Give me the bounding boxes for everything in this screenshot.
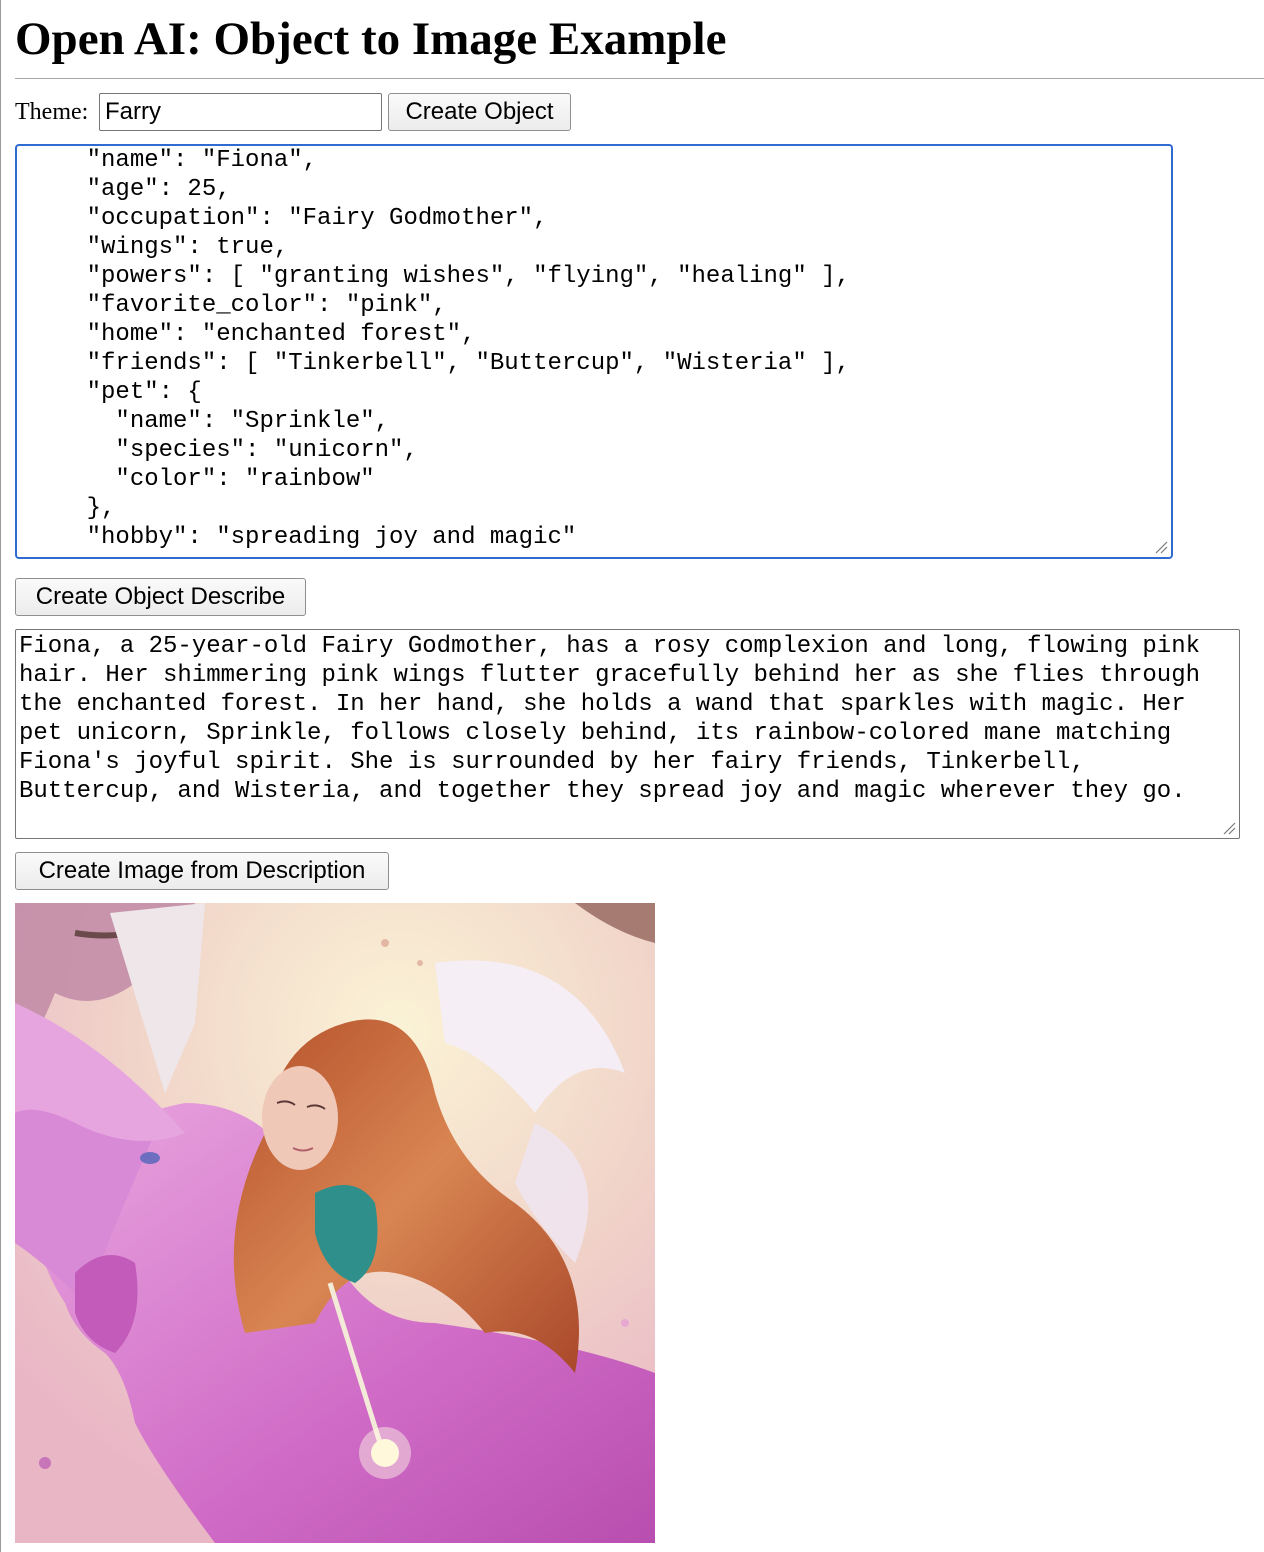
resize-grip-icon[interactable] [1222, 821, 1236, 835]
create-image-button[interactable]: Create Image from Description [15, 852, 389, 890]
create-object-describe-button[interactable]: Create Object Describe [15, 578, 306, 616]
title-divider [15, 78, 1264, 79]
left-border-line [0, 0, 1, 1552]
theme-input[interactable] [99, 93, 382, 131]
resize-grip-icon[interactable] [1154, 540, 1168, 554]
object-json-text: "name": "Fiona", "age": 25, "occupation"… [86, 147, 850, 551]
create-object-button[interactable]: Create Object [388, 93, 571, 131]
page-title: Open AI: Object to Image Example [15, 13, 727, 65]
description-text: Fiona, a 25-year-old Fairy Godmother, ha… [19, 633, 1215, 805]
description-textarea[interactable]: Fiona, a 25-year-old Fairy Godmother, ha… [15, 629, 1240, 839]
object-json-textarea[interactable]: "name": "Fiona", "age": 25, "occupation"… [15, 144, 1173, 559]
theme-label: Theme: [15, 99, 89, 125]
generated-fairy-unicorn-image [15, 903, 655, 1543]
